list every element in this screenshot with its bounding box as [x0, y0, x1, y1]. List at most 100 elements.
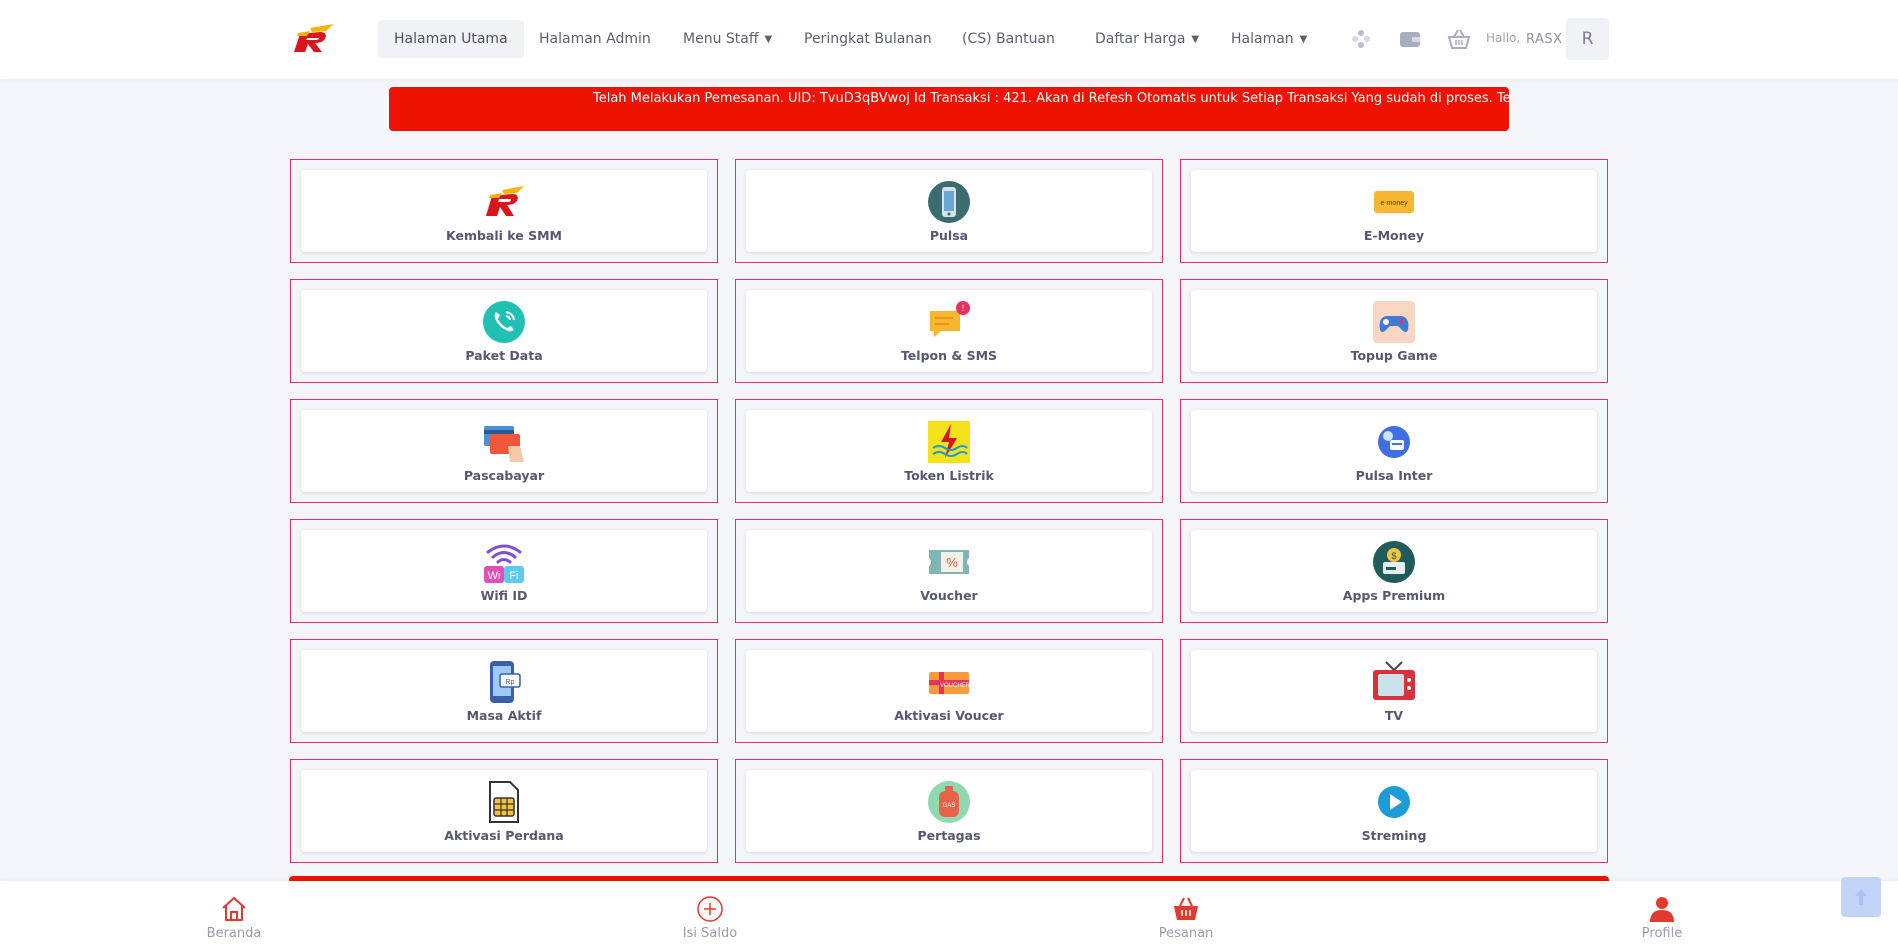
service-card[interactable]: GAS Pertagas — [746, 770, 1152, 852]
service-label: Pascabayar — [463, 468, 545, 483]
chevron-down-icon: ▼ — [1191, 34, 1200, 45]
bottom-navbar: Beranda Isi Saldo Pesanan Profile — [0, 881, 1898, 950]
play-icon — [1378, 786, 1410, 818]
service-label: E-Money — [1363, 228, 1425, 243]
announcement-text: Telah Melakukan Pemesanan. UID: TvuD3qBV… — [593, 91, 1509, 106]
service-tile-masa-aktif[interactable]: Rp Masa Aktif — [290, 639, 718, 743]
gift-voucher-icon: VOUCHER — [929, 672, 971, 694]
service-card[interactable]: Topup Game — [1191, 290, 1597, 372]
brand-logo-icon[interactable] — [290, 24, 336, 54]
service-label: Pulsa Inter — [1355, 468, 1433, 483]
service-card[interactable]: Rp Masa Aktif — [301, 650, 707, 732]
service-card[interactable]: Paket Data — [301, 290, 707, 372]
home-icon — [222, 897, 246, 921]
service-card[interactable]: Pulsa — [746, 170, 1152, 252]
service-tile-voucher[interactable]: % Voucher — [735, 519, 1163, 623]
service-card[interactable]: e-money E-Money — [1191, 170, 1597, 252]
service-card[interactable]: Pulsa Inter — [1191, 410, 1597, 492]
bottom-nav-pesanan[interactable]: Pesanan — [1126, 895, 1246, 941]
service-tile-aktivasi-voucer[interactable]: VOUCHER Aktivasi Voucer — [735, 639, 1163, 743]
service-card[interactable]: Streming — [1191, 770, 1597, 852]
service-label: Streming — [1361, 828, 1427, 843]
bottom-nav-isi-saldo[interactable]: Isi Saldo — [650, 895, 770, 941]
basket-icon[interactable] — [1447, 27, 1471, 51]
service-card[interactable]: TV — [1191, 650, 1597, 732]
svg-text:GAS: GAS — [943, 803, 956, 809]
service-tile-paket-data[interactable]: Paket Data — [290, 279, 718, 383]
service-label: Pulsa — [929, 228, 969, 243]
service-tile-kembali-smm[interactable]: Kembali ke SMM — [290, 159, 718, 263]
service-label: Kembali ke SMM — [446, 228, 562, 243]
service-tile-apps-premium[interactable]: $ Apps Premium — [1180, 519, 1608, 623]
service-card[interactable]: Aktivasi Perdana — [301, 770, 707, 852]
bottom-nav-beranda[interactable]: Beranda — [174, 895, 294, 941]
service-tile-topup-game[interactable]: Topup Game — [1180, 279, 1608, 383]
service-tile-wifi-id[interactable]: Wi Fi Wifi ID — [290, 519, 718, 623]
service-label: Wifi ID — [480, 588, 528, 603]
svg-text:$: $ — [1391, 551, 1396, 561]
plus-circle-icon — [697, 896, 723, 922]
service-tile-telpon-sms[interactable]: ! Telpon & SMS — [735, 279, 1163, 383]
bottom-nav-label: Isi Saldo — [682, 926, 738, 941]
bottom-nav-label: Profile — [1641, 926, 1683, 941]
basket-icon — [1174, 897, 1198, 920]
nav-menu-staff[interactable]: Menu Staff ▼ — [667, 20, 788, 58]
service-card[interactable]: ! Telpon & SMS — [746, 290, 1152, 372]
svg-text:%: % — [946, 555, 958, 570]
service-tile-tv[interactable]: TV — [1180, 639, 1608, 743]
nav-halaman-admin[interactable]: Halaman Admin — [523, 20, 667, 58]
svg-text:Rp: Rp — [506, 679, 515, 686]
service-label: Masa Aktif — [466, 708, 542, 723]
bottom-nav-label: Pesanan — [1158, 926, 1214, 941]
phone-icon — [928, 181, 970, 223]
service-label: Aktivasi Voucer — [894, 708, 1004, 723]
chat-bubble-icon: ! — [930, 301, 970, 337]
mobile-rp-icon: Rp — [490, 661, 521, 703]
wallet-icon[interactable] — [1398, 27, 1422, 51]
service-card[interactable]: $ Apps Premium — [1191, 530, 1597, 612]
service-card[interactable]: VOUCHER Aktivasi Voucer — [746, 650, 1152, 732]
nav-peringkat-bulanan[interactable]: Peringkat Bulanan — [788, 20, 948, 58]
back-to-top-button[interactable] — [1841, 877, 1881, 917]
service-tile-emoney[interactable]: e-money E-Money — [1180, 159, 1608, 263]
announcement-marquee: Telah Melakukan Pemesanan. UID: TvuD3qBV… — [389, 87, 1509, 131]
sim-card-icon — [489, 781, 519, 823]
bottom-nav-profile[interactable]: Profile — [1602, 895, 1722, 941]
service-label: Token Listrik — [904, 468, 994, 483]
service-card[interactable]: % Voucher — [746, 530, 1152, 612]
service-tile-pascabayar[interactable]: Pascabayar — [290, 399, 718, 503]
service-tile-pertagas[interactable]: GAS Pertagas — [735, 759, 1163, 863]
nav-halaman-utama[interactable]: Halaman Utama — [378, 20, 524, 58]
service-card[interactable]: Kembali ke SMM — [301, 170, 707, 252]
chevron-down-icon: ▼ — [764, 34, 773, 45]
emoney-card-icon: e-money — [1374, 191, 1414, 213]
chevron-down-icon: ▼ — [1299, 34, 1308, 45]
service-tile-aktivasi-perdana[interactable]: Aktivasi Perdana — [290, 759, 718, 863]
service-label: Topup Game — [1350, 348, 1438, 363]
credit-card-icon — [484, 426, 524, 462]
service-label: Paket Data — [465, 348, 543, 363]
nav-daftar-harga[interactable]: Daftar Harga ▼ — [1079, 20, 1215, 58]
service-card[interactable]: Pascabayar — [301, 410, 707, 492]
service-label: Aktivasi Perdana — [444, 828, 564, 843]
service-tile-streming[interactable]: Streming — [1180, 759, 1608, 863]
game-controller-icon — [1373, 301, 1415, 343]
top-navbar: Halaman Utama Halaman Admin Menu Staff ▼ … — [0, 0, 1898, 79]
user-icon — [1650, 897, 1674, 922]
electricity-icon — [928, 421, 970, 463]
service-card[interactable]: Wi Fi Wifi ID — [301, 530, 707, 612]
globe-phone-icon — [1378, 426, 1410, 458]
nav-cs-bantuan[interactable]: (CS) Bantuan — [946, 20, 1071, 58]
tv-icon — [1373, 661, 1415, 700]
greeting-text: Hallo, — [1486, 31, 1521, 45]
gas-tank-icon: GAS — [928, 781, 970, 823]
gamepad-icon[interactable] — [1349, 27, 1373, 51]
service-card[interactable]: Token Listrik — [746, 410, 1152, 492]
avatar[interactable]: R — [1566, 18, 1609, 60]
nav-halaman[interactable]: Halaman ▼ — [1215, 20, 1323, 58]
service-tile-token-listrik[interactable]: Token Listrik — [735, 399, 1163, 503]
service-tile-pulsa[interactable]: Pulsa — [735, 159, 1163, 263]
service-tile-pulsa-inter[interactable]: Pulsa Inter — [1180, 399, 1608, 503]
brand-logo-icon — [486, 186, 524, 216]
wifi-icon: Wi Fi — [484, 544, 524, 583]
